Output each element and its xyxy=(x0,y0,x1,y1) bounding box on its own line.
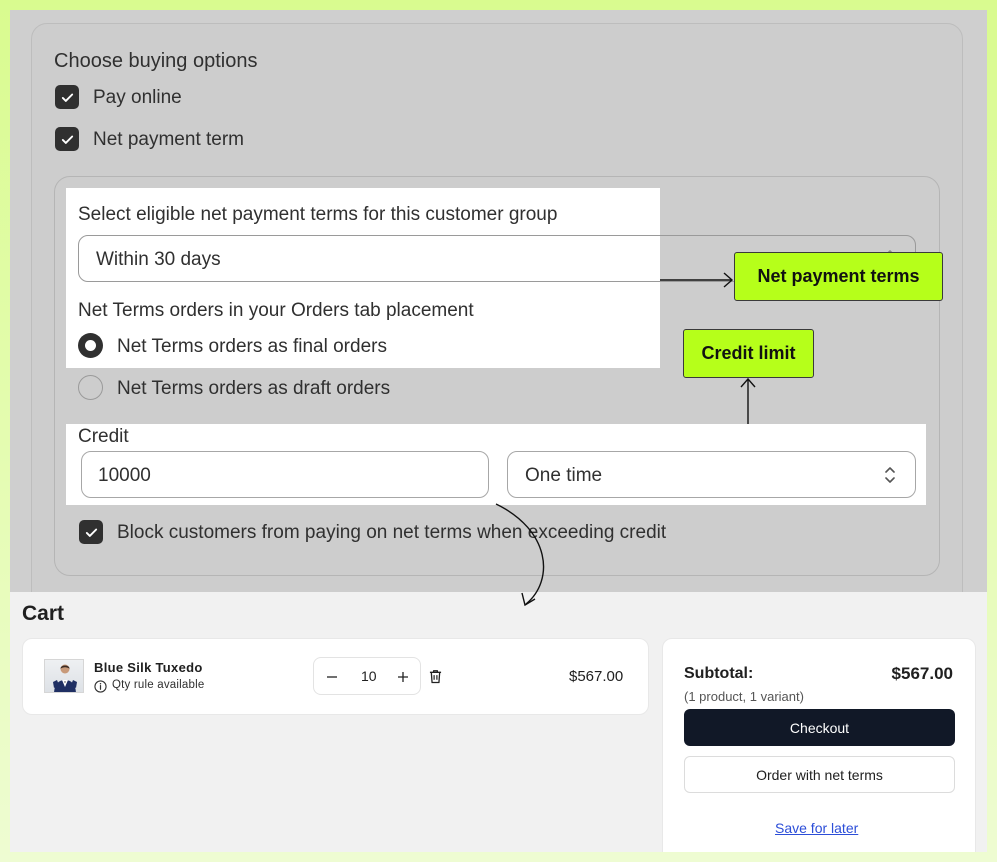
checkout-button[interactable]: Checkout xyxy=(684,709,955,746)
block-customers-checkbox[interactable] xyxy=(79,520,103,544)
quantity-value[interactable]: 10 xyxy=(361,668,377,684)
order-summary-card: Subtotal: $567.00 (1 product, 1 variant)… xyxy=(662,638,976,852)
product-count-text: (1 product, 1 variant) xyxy=(684,689,804,704)
trash-icon[interactable] xyxy=(429,669,442,684)
draft-orders-label: Net Terms orders as draft orders xyxy=(117,378,391,399)
net-payment-terms-callout: Net payment terms xyxy=(734,252,943,301)
info-icon xyxy=(94,680,107,693)
block-customers-label: Block customers from paying on net terms… xyxy=(117,522,667,543)
tuxedo-image-icon xyxy=(53,664,77,692)
product-name[interactable]: Blue Silk Tuxedo xyxy=(94,660,203,675)
qty-rule-text: Qty rule available xyxy=(112,679,205,691)
buying-options-title: Choose buying options xyxy=(54,50,258,72)
net-terms-label: Select eligible net payment terms for th… xyxy=(78,204,558,225)
checkmark-icon xyxy=(61,93,73,102)
cart-panel: Cart Blue Silk Tuxedo Qty rule available… xyxy=(10,592,987,852)
net-payment-term-checkbox[interactable] xyxy=(55,127,79,151)
subtotal-label: Subtotal: xyxy=(684,665,754,682)
screenshot-frame: Choose buying options Pay online Net pay… xyxy=(10,10,987,852)
quantity-stepper: 10 xyxy=(313,657,421,695)
final-orders-radio[interactable] xyxy=(78,333,103,358)
credit-label: Credit xyxy=(78,426,129,447)
order-net-terms-button[interactable]: Order with net terms xyxy=(684,756,955,793)
net-payment-term-label: Net payment term xyxy=(93,129,244,150)
item-price: $567.00 xyxy=(569,668,624,685)
pay-online-label: Pay online xyxy=(93,87,182,108)
draft-orders-radio[interactable] xyxy=(78,375,103,400)
final-orders-label: Net Terms orders as final orders xyxy=(117,336,387,357)
minus-icon[interactable] xyxy=(326,671,338,683)
cart-title: Cart xyxy=(22,602,65,625)
cart-item-card: Blue Silk Tuxedo Qty rule available 10 $… xyxy=(22,638,649,715)
credit-frequency-value: One time xyxy=(525,465,603,486)
checkmark-icon xyxy=(61,135,73,144)
checkmark-icon xyxy=(85,528,97,537)
net-terms-value: Within 30 days xyxy=(96,249,221,270)
credit-value: 10000 xyxy=(98,465,151,486)
select-chevrons-icon xyxy=(885,467,895,483)
placement-label: Net Terms orders in your Orders tab plac… xyxy=(78,300,474,321)
save-for-later-link[interactable]: Save for later xyxy=(775,820,858,836)
credit-limit-callout: Credit limit xyxy=(683,329,814,378)
plus-icon[interactable] xyxy=(397,671,409,683)
subtotal-value: $567.00 xyxy=(891,664,953,683)
pay-online-checkbox[interactable] xyxy=(55,85,79,109)
product-thumbnail xyxy=(44,659,84,693)
